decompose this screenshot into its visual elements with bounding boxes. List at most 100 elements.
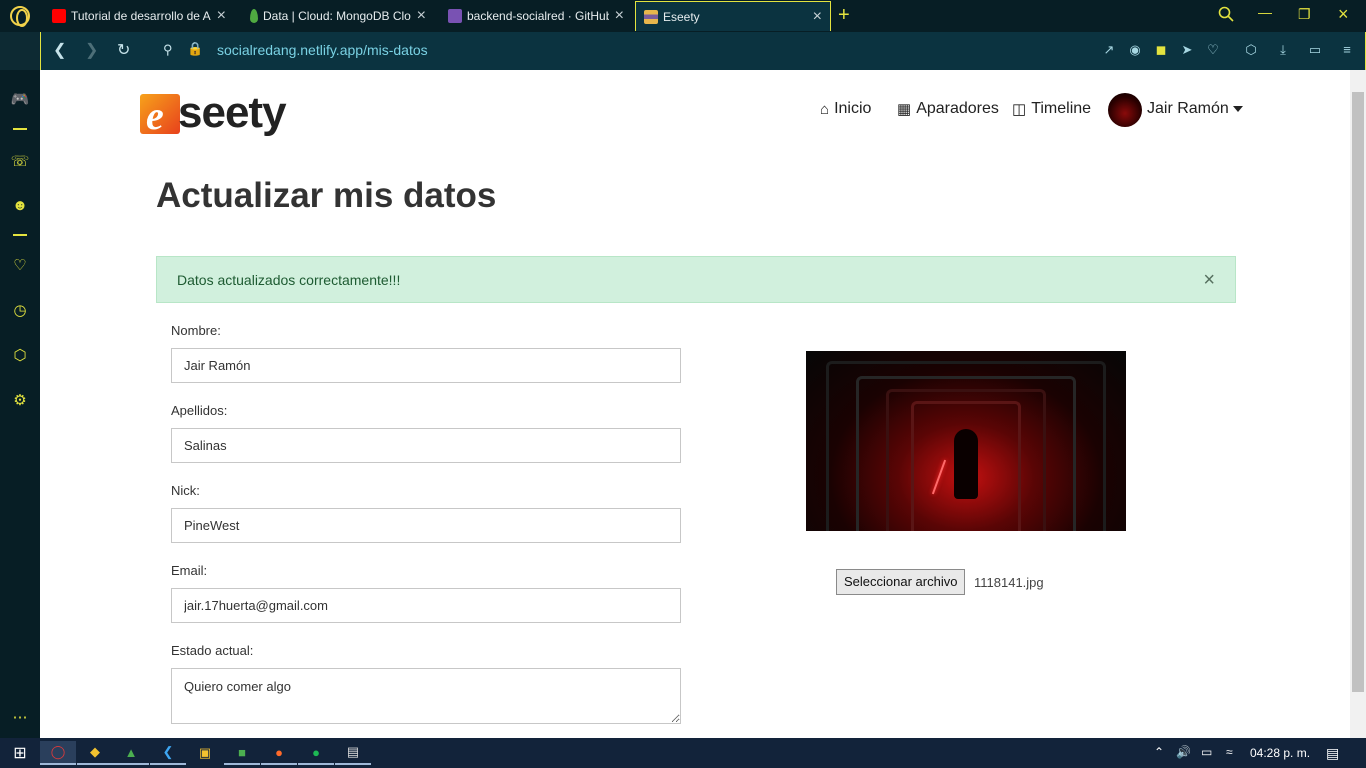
cube-icon[interactable]: ⬡	[1243, 42, 1259, 58]
close-icon[interactable]: ×	[417, 7, 426, 25]
nombre-label: Nombre:	[171, 323, 221, 338]
windows-taskbar: ⊞ ◯ ◆ ▲ ❮ ▣ ■ ● ● ▤ ⌃ 🔊 ▭ ≈ 04:28 p. m. …	[0, 738, 1366, 768]
close-icon[interactable]: ×	[813, 8, 822, 26]
app-green-icon[interactable]: ▲	[113, 741, 149, 765]
nav-showcases-label: Aparadores	[916, 100, 999, 117]
browser-tab-bar: Tutorial de desarrollo de Al × Data | Cl…	[0, 0, 1366, 32]
git-kraken-icon[interactable]: ◆	[77, 741, 113, 765]
nav-timeline[interactable]: ◫ Timeline	[1012, 100, 1091, 118]
success-alert: Datos actualizados correctamente!!! ×	[156, 256, 1236, 303]
estado-textarea[interactable]: Quiero comer algo	[171, 668, 681, 724]
chevron-up-icon[interactable]: ⌃	[1154, 745, 1164, 759]
nav-timeline-label: Timeline	[1031, 100, 1092, 117]
tab-github[interactable]: backend-socialred · GitHub ×	[440, 2, 632, 30]
building-icon: ▦	[897, 101, 912, 118]
volume-icon[interactable]: 🔊	[1176, 745, 1191, 759]
send-icon[interactable]: ➤	[1179, 42, 1195, 58]
notifications-icon[interactable]: ▤	[1326, 745, 1339, 762]
page-viewport: e seety ⌂ Inicio ▦ Aparadores ◫ Timeline…	[40, 70, 1350, 738]
url-field[interactable]: socialredang.netlify.app/mis-datos	[217, 42, 428, 58]
vscode-icon[interactable]: ❮	[150, 741, 186, 765]
settings-sliders-icon[interactable]: ≡	[1339, 42, 1355, 58]
restore-icon[interactable]: ❐	[1298, 6, 1311, 23]
close-window-icon[interactable]: ×	[1338, 4, 1349, 25]
more-icon[interactable]: ⋯	[10, 708, 30, 728]
tab-youtube[interactable]: Tutorial de desarrollo de Al ×	[44, 2, 234, 30]
apellidos-field[interactable]	[171, 428, 681, 463]
search-tabs-icon[interactable]	[1218, 6, 1234, 25]
scrollbar-thumb[interactable]	[1352, 92, 1364, 692]
forward-icon[interactable]: ❯	[85, 40, 98, 60]
tab-label: Eseety	[663, 9, 700, 24]
columns-icon: ◫	[1012, 101, 1027, 118]
nick-field[interactable]	[171, 508, 681, 543]
lock-icon[interactable]: 🔒	[187, 41, 203, 57]
share-icon[interactable]: ↗	[1101, 42, 1117, 58]
tab-label: backend-socialred · GitHub	[467, 9, 609, 23]
folder-icon[interactable]: ▣	[187, 741, 223, 765]
user-menu-label[interactable]: Jair Ramón	[1147, 100, 1229, 118]
system-clock[interactable]: 04:28 p. m.	[1250, 746, 1310, 760]
gear-icon[interactable]: ⚙	[10, 391, 30, 411]
browser-sidebar: 🎮 ☏ ☻ ♡ ◷ ⬡ ⚙ ⋯	[0, 70, 40, 738]
close-icon[interactable]: ×	[615, 7, 624, 25]
alert-close-button[interactable]: ×	[1203, 269, 1215, 292]
email-field[interactable]	[171, 588, 681, 623]
opera-logo-icon[interactable]	[10, 6, 30, 27]
whatsapp-icon[interactable]: ☏	[10, 152, 30, 172]
url-path: /mis-datos	[363, 42, 428, 58]
selected-file-name: 1118141.jpg	[974, 575, 1044, 590]
new-tab-plus-icon[interactable]: +	[838, 4, 850, 27]
alert-message: Datos actualizados correctamente!!!	[177, 272, 401, 288]
windows-start-icon[interactable]: ⊞	[2, 741, 38, 765]
heroku-icon	[448, 9, 462, 23]
choose-file-button[interactable]: Seleccionar archivo	[836, 569, 966, 595]
sidebar-divider	[13, 234, 27, 236]
url-host: socialredang.netlify.app	[217, 42, 364, 58]
heart-icon[interactable]: ♡	[1205, 42, 1221, 58]
battery-icon[interactable]: ▭	[1201, 745, 1212, 759]
tab-mongodb[interactable]: Data | Cloud: MongoDB Clo ×	[242, 2, 434, 30]
email-label: Email:	[171, 563, 208, 578]
apellidos-label: Apellidos:	[171, 403, 228, 418]
close-icon[interactable]: ×	[217, 7, 226, 25]
page-scrollbar[interactable]	[1350, 70, 1366, 738]
tab-label: Tutorial de desarrollo de Al	[71, 9, 211, 23]
wifi-icon[interactable]: ≈	[1226, 745, 1233, 759]
logo-badge: e	[140, 93, 180, 138]
shield-icon[interactable]: ◼	[1153, 42, 1169, 58]
gamepad-icon[interactable]: 🎮	[10, 90, 30, 110]
minimize-icon[interactable]: —	[1258, 4, 1272, 20]
reload-icon[interactable]: ↻	[117, 40, 130, 60]
nav-home-label: Inicio	[834, 100, 872, 117]
page-title: Actualizar mis datos	[156, 176, 497, 215]
site-logo[interactable]: e seety	[140, 88, 292, 138]
battery-icon[interactable]: ▭	[1307, 42, 1323, 58]
opera-icon[interactable]: ◯	[40, 741, 76, 765]
cube-icon[interactable]: ⬡	[10, 346, 30, 366]
terminal-icon[interactable]: ▤	[335, 741, 371, 765]
tab-label: Data | Cloud: MongoDB Clo	[263, 9, 411, 23]
history-clock-icon[interactable]: ◷	[10, 301, 30, 321]
spotify-icon[interactable]: ●	[298, 741, 334, 765]
discord-icon[interactable]: ☻	[10, 196, 30, 216]
nav-showcases[interactable]: ▦ Aparadores	[897, 100, 999, 118]
camera-icon[interactable]: ◉	[1127, 42, 1143, 58]
mongodb-leaf-icon	[250, 9, 258, 23]
back-icon[interactable]: ❮	[53, 40, 66, 60]
search-lens-icon[interactable]: ⚲	[163, 42, 173, 58]
nombre-field[interactable]	[171, 348, 681, 383]
profile-image	[806, 351, 1126, 531]
logo-text: seety	[178, 88, 287, 137]
address-bar: ❮ ❯ ↻ ⚲ 🔒 socialredang.netlify.app/mis-d…	[40, 32, 1366, 70]
nick-label: Nick:	[171, 483, 200, 498]
nav-home[interactable]: ⌂ Inicio	[820, 100, 871, 118]
heart-icon[interactable]: ♡	[10, 256, 30, 276]
mongodb-compass-icon[interactable]: ■	[224, 741, 260, 765]
chevron-down-icon[interactable]	[1233, 106, 1243, 112]
download-icon[interactable]: ⤓	[1275, 42, 1291, 58]
avatar[interactable]	[1108, 93, 1142, 127]
postman-icon[interactable]: ●	[261, 741, 297, 765]
tab-eseety[interactable]: Eseety ×	[635, 1, 831, 31]
sidebar-divider	[13, 128, 27, 130]
